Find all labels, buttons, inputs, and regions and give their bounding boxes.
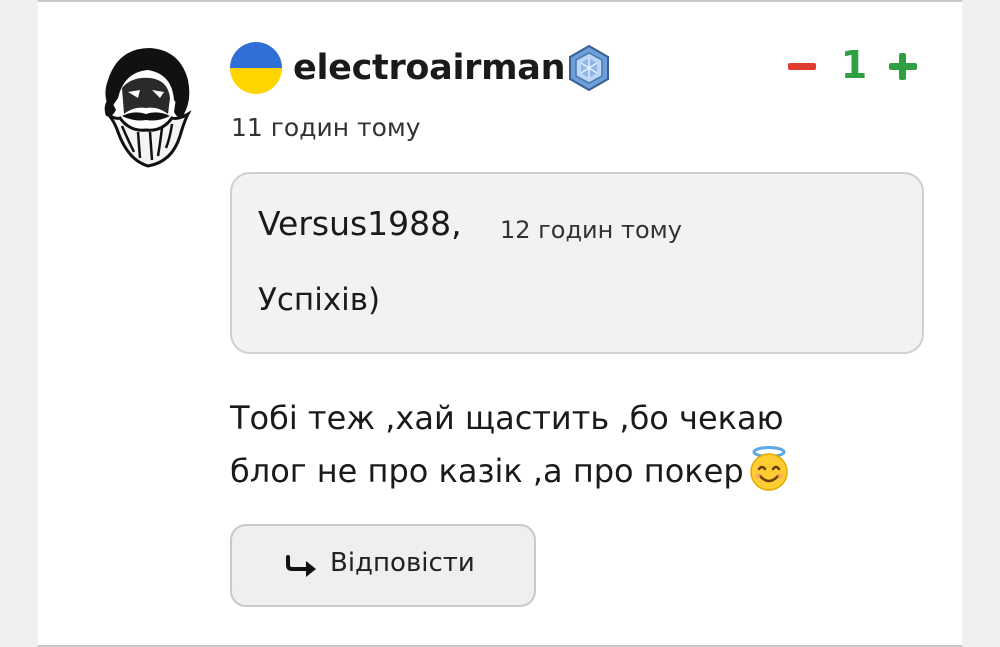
comment-body: Тобі теж ,хай щастить ,бо чекаю блог не … <box>230 392 890 498</box>
quote-timestamp: 12 годин тому <box>500 216 682 244</box>
smiling-face-with-halo-icon <box>746 446 792 492</box>
upvote-button[interactable] <box>886 40 920 90</box>
crystal-badge-icon[interactable] <box>565 44 613 92</box>
reply-button-label: Відповісти <box>330 548 475 578</box>
minus-icon <box>788 63 816 70</box>
ukraine-flag-icon <box>230 42 282 94</box>
comment-text-line: блог не про казік ,а про покер <box>230 452 744 490</box>
quoted-comment: Versus1988, 12 годин тому Успіхів) <box>230 172 924 354</box>
reply-arrow-icon <box>284 555 318 579</box>
comment-author-username[interactable]: electroairman <box>293 42 566 94</box>
reply-button[interactable]: Відповісти <box>230 524 536 607</box>
quote-author[interactable]: Versus1988, <box>258 204 462 243</box>
comment-text-line: Тобі теж ,хай щастить ,бо чекаю <box>230 399 784 437</box>
vote-count: 1 <box>840 43 868 87</box>
comment-timestamp: 11 годин тому <box>231 113 421 142</box>
avatar-portrait-image <box>88 40 200 170</box>
avatar[interactable] <box>88 40 200 170</box>
quote-text: Успіхів) <box>258 282 381 318</box>
downvote-button[interactable] <box>786 40 820 90</box>
